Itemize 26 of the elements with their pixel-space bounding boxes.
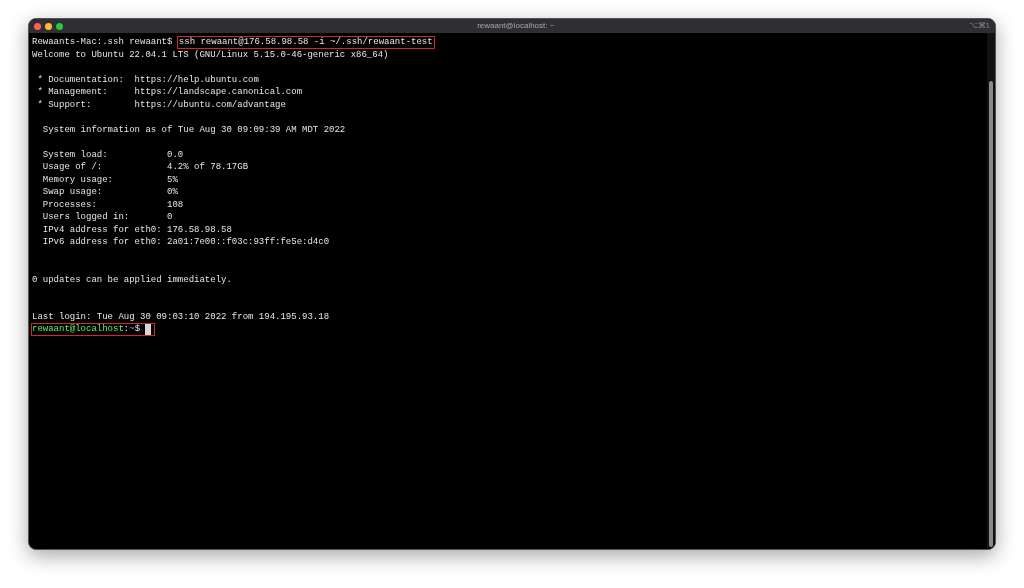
text-cursor (145, 324, 152, 336)
output-line: Welcome to Ubuntu 22.04.1 LTS (GNU/Linux 5.15.0-46-generic x86_64) (32, 48, 389, 61)
output-line: Processes: 108 (41, 198, 184, 211)
output-line: * Support: https://ubuntu.com/advantage (36, 98, 286, 111)
command-text: ssh rewaant@176.58.98.58 -i ~/.ssh/rewaant-test (177, 36, 434, 48)
close-button[interactable] (34, 22, 41, 30)
output-line: Swap usage: 0% (41, 186, 178, 199)
output-line: IPv4 address for eth0: 176.58.98.58 (41, 223, 232, 236)
zoom-button[interactable] (56, 22, 63, 30)
output-line: System information as of Tue Aug 30 09:09:39 AM MDT 2022 (41, 123, 346, 136)
scrollbar-thumb[interactable] (989, 81, 993, 547)
output-line: Users logged in: 0 (41, 211, 173, 224)
output-line: IPv6 address for eth0: 2a01:7e00::f03c:93ff:fe5e:d4c0 (41, 236, 330, 249)
output-line: 0 updates can be applied immediately. (32, 273, 232, 286)
output-line: * Documentation: https://help.ubuntu.com (36, 73, 259, 86)
minimize-button[interactable] (45, 22, 52, 30)
output-line: Usage of /: 4.2% of 78.17GB (41, 161, 249, 174)
window-title: rewaant@localhost: ~ (477, 21, 555, 31)
output-line: Last login: Tue Aug 30 09:03:10 2022 from 194.195.93.18 (32, 311, 330, 324)
prompt-text: rewaant@localhost:~$ (32, 324, 141, 336)
shortcut-label: ⌥⌘1 (968, 21, 990, 31)
shell-prompt: Rewaants-Mac:.ssh rewaant$ (32, 36, 173, 49)
output-line: Memory usage: 5% (41, 173, 178, 186)
scrollbar[interactable] (987, 33, 995, 549)
output-line: * Management: https://landscape.canonical.com (36, 86, 303, 99)
output-line: System load: 0.0 (41, 148, 184, 161)
